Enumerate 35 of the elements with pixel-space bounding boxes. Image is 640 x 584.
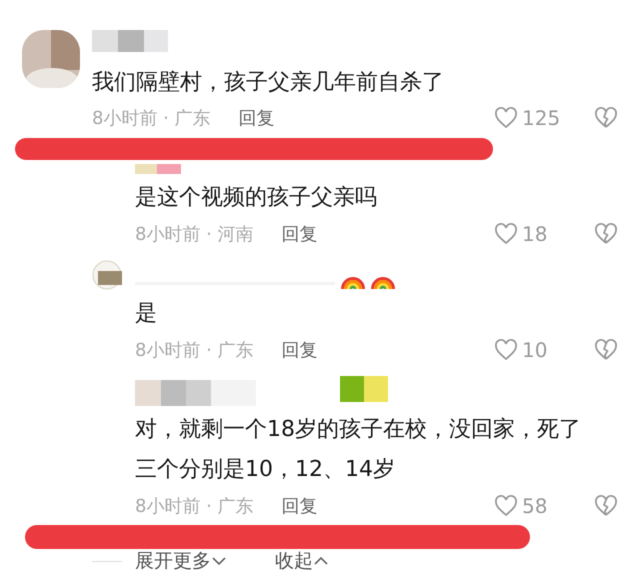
heart-icon[interactable] [494,494,518,518]
broken-heart-icon[interactable] [594,494,618,518]
like-count: 18 [522,221,548,248]
comment-text: 对，就剩一个18岁的孩子在校，没回家，死了三个分别是10，12、14岁 [135,416,582,484]
reply-link[interactable]: 回复 [282,336,318,364]
like-count: 125 [522,105,560,132]
comment-meta: 8小时前 · 广东 [135,338,254,362]
comment-text: 是这个视频的孩子父亲吗 [135,184,378,212]
expand-more-link[interactable]: 展开更多 [135,546,211,576]
chevron-up-icon[interactable] [313,555,329,567]
blurred-name[interactable] [135,376,388,406]
broken-heart-icon[interactable] [594,106,618,130]
comment-meta: 8小时前 · 广东 [135,494,254,518]
broken-heart-icon[interactable] [594,338,618,362]
comment-text: 我们隔壁村，孩子父亲几年前自杀了 [92,69,445,97]
blurred-name[interactable] [92,30,168,52]
heart-icon[interactable] [494,338,518,362]
like-count: 58 [522,493,548,520]
comment-meta: 8小时前 · 河南 [135,222,254,246]
rainbow-icon [371,276,395,290]
reply-link[interactable]: 回复 [282,492,318,520]
avatar[interactable] [22,30,80,88]
reply-link[interactable]: 回复 [238,104,275,132]
heart-icon[interactable] [494,106,518,130]
chevron-down-icon[interactable] [211,555,227,567]
reply-link[interactable]: 回复 [282,220,318,248]
collapse-link[interactable]: 收起 [275,546,313,576]
heart-icon[interactable] [494,222,518,246]
comment-text: 是 [135,300,158,328]
avatar[interactable] [92,260,122,290]
comment-meta: 8小时前 · 广东 [92,106,211,130]
blurred-name[interactable] [135,164,181,174]
rainbow-icon [341,276,365,290]
like-count: 10 [522,337,548,364]
broken-heart-icon[interactable] [594,222,618,246]
